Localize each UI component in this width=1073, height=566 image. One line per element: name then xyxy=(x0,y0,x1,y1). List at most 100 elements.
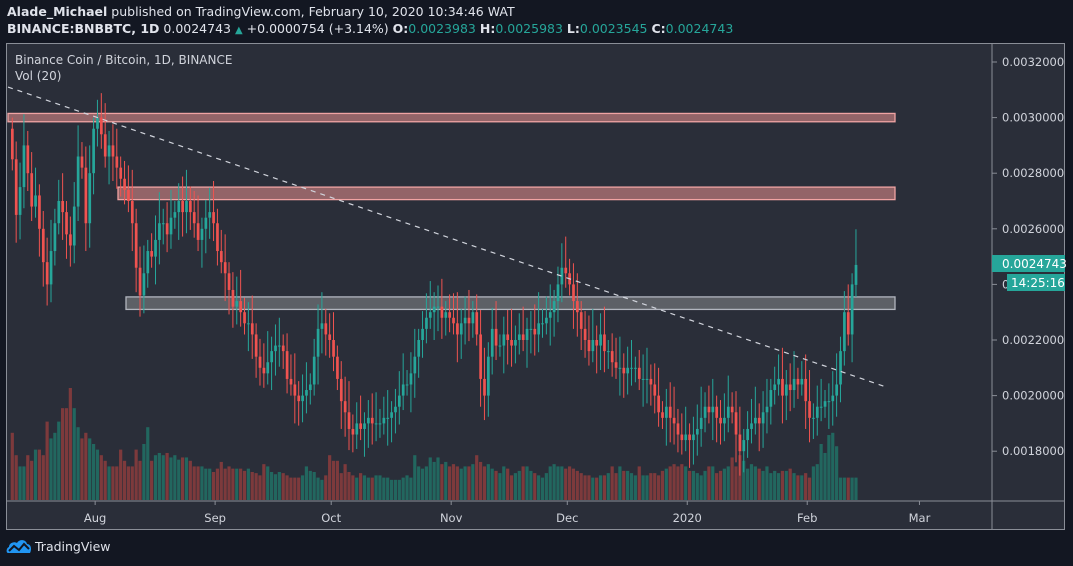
candle[interactable] xyxy=(765,378,769,434)
candle[interactable] xyxy=(11,117,14,171)
candle[interactable] xyxy=(711,378,715,441)
candle[interactable] xyxy=(599,313,602,371)
candle[interactable] xyxy=(262,343,266,388)
candle[interactable] xyxy=(378,408,382,438)
candle[interactable] xyxy=(440,278,444,339)
candle[interactable] xyxy=(819,378,823,422)
candle[interactable] xyxy=(792,351,796,408)
candle[interactable] xyxy=(312,338,316,396)
candle[interactable] xyxy=(324,308,328,356)
candle[interactable] xyxy=(603,306,606,373)
candle[interactable] xyxy=(80,142,84,179)
candle[interactable] xyxy=(405,370,409,396)
candle[interactable] xyxy=(668,382,672,443)
candle[interactable] xyxy=(339,361,343,429)
trendline[interactable] xyxy=(7,86,888,388)
candle[interactable] xyxy=(196,195,200,252)
candle[interactable] xyxy=(634,356,637,383)
candle[interactable] xyxy=(754,386,757,435)
candle[interactable] xyxy=(707,385,711,424)
candle[interactable] xyxy=(490,307,494,375)
candle[interactable] xyxy=(587,315,591,366)
candle[interactable] xyxy=(22,114,26,209)
candle[interactable] xyxy=(618,336,622,396)
price-chart[interactable]: 0.0032000 0.0030000 0.0028000 0.0026000 0.00… xyxy=(0,0,1073,566)
candle[interactable] xyxy=(351,414,355,453)
candle[interactable] xyxy=(723,393,726,442)
candle[interactable] xyxy=(45,237,49,306)
candle[interactable] xyxy=(827,383,831,429)
candle[interactable] xyxy=(38,184,41,257)
candle[interactable] xyxy=(533,304,537,356)
candle[interactable] xyxy=(231,272,235,328)
candle[interactable] xyxy=(30,152,34,222)
candle[interactable] xyxy=(34,167,37,218)
candle[interactable] xyxy=(111,124,115,181)
candle[interactable] xyxy=(812,403,815,439)
candle[interactable] xyxy=(115,128,119,189)
candle[interactable] xyxy=(308,373,312,405)
candle[interactable] xyxy=(850,273,854,363)
candle[interactable] xyxy=(514,325,517,364)
candle[interactable] xyxy=(800,361,804,396)
candle[interactable] xyxy=(216,208,219,266)
candle[interactable] xyxy=(359,395,362,441)
candle[interactable] xyxy=(254,323,258,378)
candle[interactable] xyxy=(591,308,595,363)
candle[interactable] xyxy=(684,406,688,452)
candle[interactable] xyxy=(72,182,76,264)
candle[interactable] xyxy=(653,363,657,414)
candle[interactable] xyxy=(328,313,332,358)
candle[interactable] xyxy=(49,219,53,303)
candle[interactable] xyxy=(777,354,780,396)
candle[interactable] xyxy=(69,216,72,267)
candle[interactable] xyxy=(332,312,335,372)
candle[interactable] xyxy=(641,354,645,407)
candle[interactable] xyxy=(645,347,649,404)
candle[interactable] xyxy=(374,392,378,442)
candle[interactable] xyxy=(672,386,676,445)
candle[interactable] xyxy=(363,412,366,457)
candle[interactable] xyxy=(61,173,65,240)
candle[interactable] xyxy=(757,403,761,452)
volume-legend[interactable]: Vol (20) xyxy=(15,69,61,83)
candle[interactable] xyxy=(278,317,281,367)
candle[interactable] xyxy=(846,284,850,346)
candle[interactable] xyxy=(154,215,157,285)
candle[interactable] xyxy=(703,392,707,433)
candle[interactable] xyxy=(692,416,695,465)
candle[interactable] xyxy=(831,371,835,426)
candle[interactable] xyxy=(316,304,320,385)
candle[interactable] xyxy=(336,345,339,391)
candle[interactable] xyxy=(854,229,858,298)
candle[interactable] xyxy=(57,179,61,235)
candle[interactable] xyxy=(626,346,630,395)
candle[interactable] xyxy=(92,117,95,195)
candle[interactable] xyxy=(804,354,808,429)
candle[interactable] xyxy=(274,324,277,376)
candle[interactable] xyxy=(595,325,599,374)
candle[interactable] xyxy=(18,162,22,240)
candle[interactable] xyxy=(394,388,397,434)
candle[interactable] xyxy=(483,347,486,421)
candle[interactable] xyxy=(204,199,208,254)
candle[interactable] xyxy=(355,402,359,449)
candle[interactable] xyxy=(266,331,270,385)
candle[interactable] xyxy=(502,316,506,374)
candle[interactable] xyxy=(88,145,92,248)
resistance-zone-lower[interactable] xyxy=(117,186,896,201)
candle[interactable] xyxy=(676,408,680,453)
candle[interactable] xyxy=(479,309,482,407)
candle[interactable] xyxy=(413,328,417,398)
candle[interactable] xyxy=(382,396,386,435)
candle[interactable] xyxy=(84,146,88,252)
candle[interactable] xyxy=(614,337,618,379)
candle[interactable] xyxy=(548,284,552,346)
candle[interactable] xyxy=(734,391,738,463)
candle[interactable] xyxy=(773,366,777,405)
candle[interactable] xyxy=(223,234,227,302)
candle[interactable] xyxy=(808,370,811,443)
candle[interactable] xyxy=(560,243,564,303)
candle[interactable] xyxy=(343,376,347,437)
candle[interactable] xyxy=(785,370,788,421)
